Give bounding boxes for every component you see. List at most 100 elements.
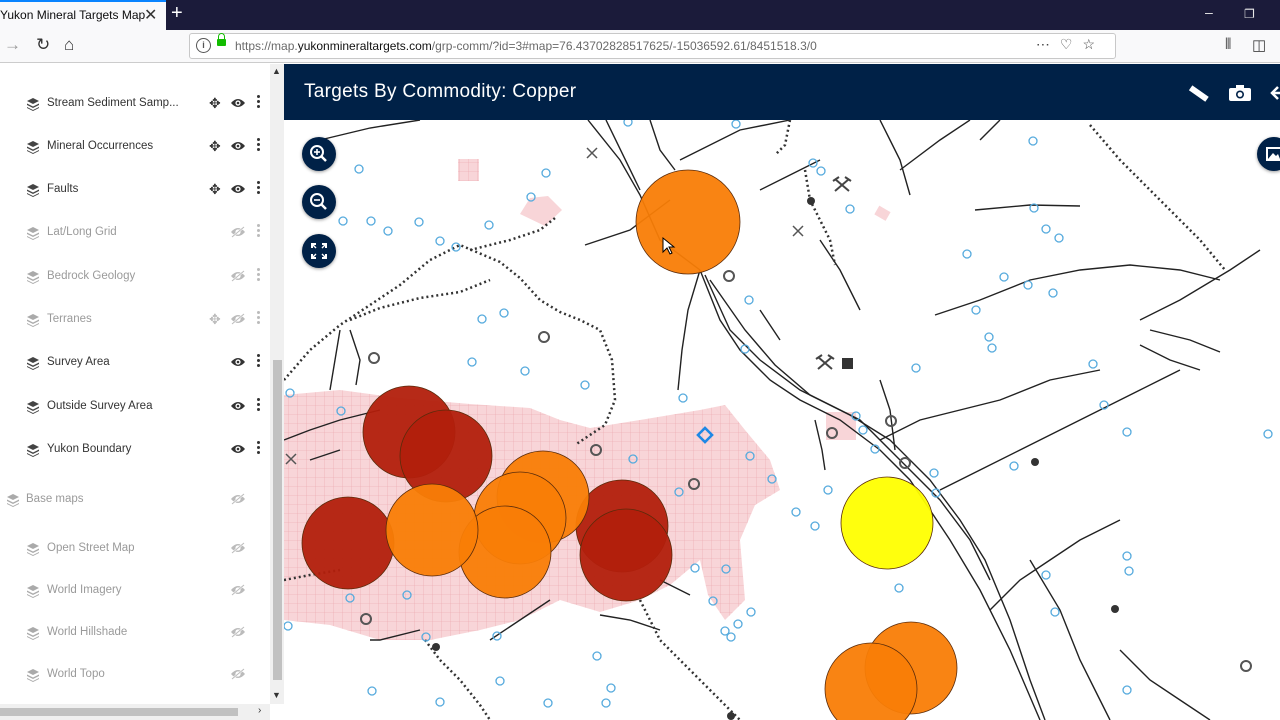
scrollbar-thumb[interactable] [0, 708, 238, 716]
more-options-icon[interactable] [257, 268, 261, 283]
eye-off-icon[interactable] [230, 541, 246, 559]
map-canvas[interactable] [284, 120, 1280, 720]
browser-tab-bar: Yukon Mineral Targets Map ✕ + – ❐ [0, 0, 1280, 30]
sidebar-toggle-icon[interactable]: ◫ [1252, 36, 1266, 54]
basemap-row[interactable]: World Imagery [0, 575, 270, 615]
restore-icon[interactable]: ❐ [1244, 7, 1255, 21]
library-icon[interactable]: ⫴ [1225, 36, 1231, 53]
layer-row[interactable]: Yukon Boundary [0, 434, 270, 474]
layer-label: Mineral Occurrences [47, 140, 154, 152]
layer-label: Survey Area [47, 356, 110, 368]
layer-row[interactable]: Outside Survey Area [0, 391, 270, 431]
more-options-icon[interactable] [257, 398, 261, 413]
layers-icon [26, 313, 40, 327]
eye-icon[interactable] [230, 96, 246, 114]
more-options-icon[interactable] [257, 354, 261, 369]
layer-label: Stream Sediment Samp... [47, 97, 179, 109]
more-options-icon[interactable] [257, 224, 261, 239]
eye-off-icon[interactable] [230, 269, 246, 287]
url-bar[interactable]: i https://map.yukonmineraltargets.com/gr… [189, 33, 1116, 59]
share-arrow-icon[interactable] [1270, 84, 1280, 107]
layers-icon [26, 270, 40, 284]
move-icon[interactable]: ✥ [209, 95, 221, 112]
basemap-row[interactable]: Open Street Map [0, 533, 270, 573]
scroll-right-icon[interactable]: › [258, 705, 261, 716]
url-actions: ⋯♡☆ [1036, 36, 1105, 53]
new-tab-icon[interactable]: + [171, 2, 183, 25]
basemap-label: World Topo [47, 668, 105, 680]
scroll-up-icon[interactable]: ▲ [272, 66, 281, 76]
layers-icon [26, 584, 40, 598]
layer-row[interactable]: Survey Area [0, 347, 270, 387]
page-actions-icon[interactable]: ⋯ [1036, 36, 1060, 52]
eye-icon[interactable] [230, 182, 246, 200]
eye-off-icon[interactable] [230, 492, 246, 510]
layer-row[interactable]: Lat/Long Grid [0, 217, 270, 257]
layers-icon [26, 226, 40, 240]
layer-row[interactable]: Stream Sediment Samp... ✥ [0, 88, 270, 128]
eye-icon[interactable] [230, 139, 246, 157]
basemap-label: World Imagery [47, 584, 122, 596]
layer-label: Yukon Boundary [47, 443, 132, 455]
home-icon[interactable]: ⌂ [64, 35, 74, 55]
reload-icon[interactable]: ↻ [36, 35, 50, 55]
sidebar-vertical-scrollbar[interactable]: ▲ ▼ [270, 64, 284, 704]
move-icon[interactable]: ✥ [209, 311, 221, 328]
more-options-icon[interactable] [257, 181, 261, 196]
basemap-row[interactable]: World Hillshade [0, 617, 270, 657]
move-icon[interactable]: ✥ [209, 181, 221, 198]
browser-nav-bar: → ↻ ⌂ i https://map.yukonmineraltargets.… [0, 30, 1280, 63]
basemap-row[interactable]: World Topo [0, 659, 270, 699]
eye-off-icon[interactable] [230, 312, 246, 330]
tab-close-icon[interactable]: ✕ [144, 5, 157, 25]
layer-sidebar: Stream Sediment Samp... ✥ Mineral Occurren… [0, 64, 284, 720]
layers-icon [26, 443, 40, 457]
measure-ruler-icon[interactable] [1187, 84, 1209, 107]
tab-title: Yukon Mineral Targets Map [0, 8, 146, 22]
layer-label: Outside Survey Area [47, 400, 153, 412]
layers-icon [26, 183, 40, 197]
basemap-gallery-button[interactable] [1257, 137, 1280, 171]
eye-icon[interactable] [230, 355, 246, 373]
layer-label: Bedrock Geology [47, 270, 136, 282]
zoom-out-icon [310, 193, 327, 210]
basemaps-section-header[interactable]: Base maps [0, 484, 270, 524]
more-options-icon[interactable] [257, 138, 261, 153]
browser-tab[interactable]: Yukon Mineral Targets Map ✕ [0, 0, 166, 30]
more-options-icon[interactable] [257, 311, 261, 326]
eye-off-icon[interactable] [230, 625, 246, 643]
url-domain: yukonmineraltargets.com [297, 39, 432, 53]
layers-icon [26, 140, 40, 154]
more-options-icon[interactable] [257, 95, 261, 110]
eye-icon[interactable] [230, 399, 246, 417]
more-options-icon[interactable] [257, 441, 261, 456]
fullscreen-button[interactable] [302, 234, 336, 268]
image-icon [1266, 147, 1280, 161]
back-arrow-icon[interactable]: → [4, 35, 21, 55]
pocket-icon[interactable]: ♡ [1060, 36, 1083, 52]
move-icon[interactable]: ✥ [209, 138, 221, 155]
eye-off-icon[interactable] [230, 667, 246, 685]
layer-row[interactable]: Mineral Occurrences ✥ [0, 131, 270, 171]
site-info-icon[interactable]: i [196, 38, 211, 53]
eye-icon[interactable] [230, 442, 246, 460]
map-svg [284, 120, 1273, 720]
url-text[interactable]: https://map.yukonmineraltargets.com/grp-… [235, 39, 817, 53]
minimize-icon[interactable]: – [1205, 4, 1213, 20]
layer-row[interactable]: Bedrock Geology [0, 261, 270, 301]
eye-off-icon[interactable] [230, 583, 246, 601]
eye-off-icon[interactable] [230, 225, 246, 243]
map-title: Targets By Commodity: Copper [304, 81, 577, 102]
scrollbar-thumb[interactable] [273, 360, 282, 680]
layer-row[interactable]: Faults ✥ [0, 174, 270, 214]
layer-row[interactable]: Terranes ✥ [0, 304, 270, 344]
scroll-down-icon[interactable]: ▼ [272, 690, 281, 700]
camera-icon[interactable] [1228, 84, 1252, 107]
basemap-label: Open Street Map [47, 542, 135, 554]
zoom-out-button[interactable] [302, 185, 336, 219]
zoom-in-button[interactable] [302, 137, 336, 171]
bookmark-star-icon[interactable]: ☆ [1082, 36, 1105, 52]
layers-icon [26, 668, 40, 682]
sidebar-horizontal-scrollbar[interactable]: › [0, 704, 270, 720]
zoom-in-icon [310, 145, 327, 162]
